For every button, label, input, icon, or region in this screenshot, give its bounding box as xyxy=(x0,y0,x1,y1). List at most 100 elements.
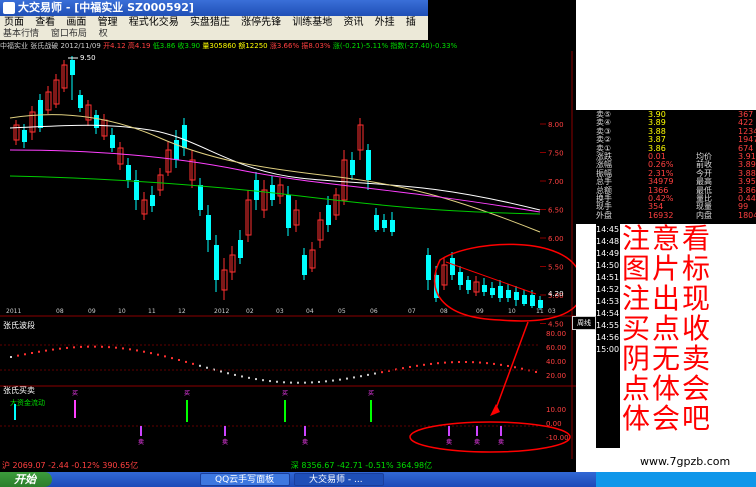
signal-bar xyxy=(284,400,286,422)
kline-chart[interactable]: 8.007.507.006.506.005.505.004.509.504.20… xyxy=(0,0,576,459)
sell-bar xyxy=(304,426,306,436)
time-label: 14:51 xyxy=(596,273,620,282)
indicator1-dot xyxy=(66,346,68,349)
indicator1-dot xyxy=(52,348,54,351)
signal-bar xyxy=(370,400,372,422)
buy-signal: 买 xyxy=(72,389,78,397)
candle-body xyxy=(286,195,291,228)
indicator1-dot xyxy=(24,353,26,356)
sell-bar xyxy=(500,426,502,436)
sell-bar xyxy=(448,426,450,436)
indicator1-title: 张氏波段 xyxy=(3,320,35,330)
annotation-line: 注意看 xyxy=(622,222,713,255)
indicator1-dot xyxy=(535,370,537,373)
indicator1-dot xyxy=(276,380,278,383)
x-tick-label: 11 xyxy=(536,308,544,315)
quote-row: 外盘 16932 内盘 18047 xyxy=(596,210,756,220)
indicator1-dot xyxy=(465,361,467,364)
period-button[interactable]: 周线 xyxy=(572,316,596,330)
buy-signal: 买 xyxy=(282,389,288,397)
sell-signal: 卖 xyxy=(474,439,480,446)
quote-row: 现手 354 现量 99 xyxy=(596,202,754,211)
x-tick-label: 12 xyxy=(178,308,186,315)
y-tick-label: 4.50 xyxy=(548,321,564,329)
task-trading-app[interactable]: 大交易师 - ... xyxy=(294,473,384,486)
annotation-box: 注意看 图片标 注出现 买点收 阴无卖 点体会 体会吧 xyxy=(620,224,756,438)
y-tick-label: 7.00 xyxy=(548,178,564,186)
indicator1-dot xyxy=(73,346,75,349)
indicator1-dot xyxy=(437,362,439,365)
sell-bar xyxy=(140,426,142,436)
candle-body xyxy=(206,215,211,240)
indicator1-dot xyxy=(521,367,523,370)
indicator1-dot xyxy=(227,372,229,375)
indicator1-dot xyxy=(458,361,460,364)
x-tick-label: 08 xyxy=(440,308,448,315)
quote-row: 涨幅 0.26% 前收 3.89 xyxy=(596,160,756,169)
indicator1-dot xyxy=(332,379,334,382)
candle-body xyxy=(94,115,99,128)
task-qq-panel[interactable]: QQ云手写面板 xyxy=(200,473,290,486)
sell-bar xyxy=(476,426,478,436)
indicator1-dot xyxy=(101,345,103,348)
candle-body xyxy=(498,286,503,298)
quote-row: 卖④ 3.89 422 xyxy=(596,118,754,127)
low-label: 4.20 xyxy=(548,290,564,298)
candle-body xyxy=(38,100,43,128)
y-tick-label: 8.00 xyxy=(548,121,564,129)
indicator1-dot xyxy=(38,350,40,353)
time-column: 14:45 14:48 14:49 14:50 14:51 14:52 14:53 14:54… xyxy=(596,224,620,448)
indicator1-dot xyxy=(507,364,509,367)
quote-row: 振幅 2.31% 今开 3.88 xyxy=(596,169,756,178)
indicator1-dot xyxy=(59,347,61,350)
quote-value: 18047 xyxy=(738,210,756,220)
candle-body xyxy=(150,195,155,206)
candle-body xyxy=(238,240,243,258)
start-button[interactable]: 开始 xyxy=(0,472,52,487)
annotation-line: 注出现 xyxy=(622,282,713,315)
x-tick-label: 02 xyxy=(246,308,254,315)
annotation-line: 体会吧 xyxy=(622,402,713,435)
quote-row: 涨跌 0.01 均价 3.91 xyxy=(596,152,756,161)
time-label: 14:55 xyxy=(596,321,620,330)
indicator1-dot xyxy=(94,345,96,348)
indicator1-dot xyxy=(416,364,418,367)
indicator1-dot xyxy=(381,371,383,374)
candle-body xyxy=(490,288,495,295)
indicator1-dot xyxy=(199,364,201,367)
indicator1-dot xyxy=(108,346,110,349)
taskbar: 开始 QQ云手写面板 大交易师 - ... xyxy=(0,472,756,487)
x-tick-label: 10 xyxy=(118,308,126,315)
indicator1-dot xyxy=(318,380,320,383)
x-tick-label: 03 xyxy=(276,308,284,315)
indicator1-dot xyxy=(479,361,481,364)
indicator1-dot xyxy=(164,355,166,358)
arrow-head xyxy=(490,404,500,416)
indicator1-dot xyxy=(360,375,362,378)
candle-body xyxy=(198,185,203,210)
indicator1-dot xyxy=(409,365,411,368)
indicator1-dot xyxy=(325,380,327,383)
candle-body xyxy=(174,140,179,160)
x-tick-label: 06 xyxy=(370,308,378,315)
time-label: 14:53 xyxy=(596,297,620,306)
indicator1-dot xyxy=(255,378,257,381)
status-bar: 沪 2069.07 -2.44 -0.12% 390.65亿 深 8356.67… xyxy=(0,459,576,472)
indicator1-tick: 40.00 xyxy=(546,358,566,366)
annotation-line: 阴无卖 xyxy=(622,342,713,375)
sell-signal: 卖 xyxy=(498,439,504,446)
quote-row: 总手 34979 最高 3.95 xyxy=(596,177,756,186)
candle-body xyxy=(126,165,131,180)
candle-body xyxy=(458,272,463,285)
candle-body xyxy=(450,258,455,275)
indicator1-dot xyxy=(514,366,516,369)
indicator1-dot xyxy=(10,356,12,358)
time-label: 14:50 xyxy=(596,261,620,270)
indicator2-tick: -10.00 xyxy=(546,434,569,442)
indicator1-dot xyxy=(444,361,446,364)
indicator2-tick: 10.00 xyxy=(546,406,566,414)
indicator1-dot xyxy=(192,362,194,365)
candle-body xyxy=(214,245,219,280)
indicator1-dot xyxy=(241,375,243,378)
indicator1-tick: 20.00 xyxy=(546,372,566,380)
